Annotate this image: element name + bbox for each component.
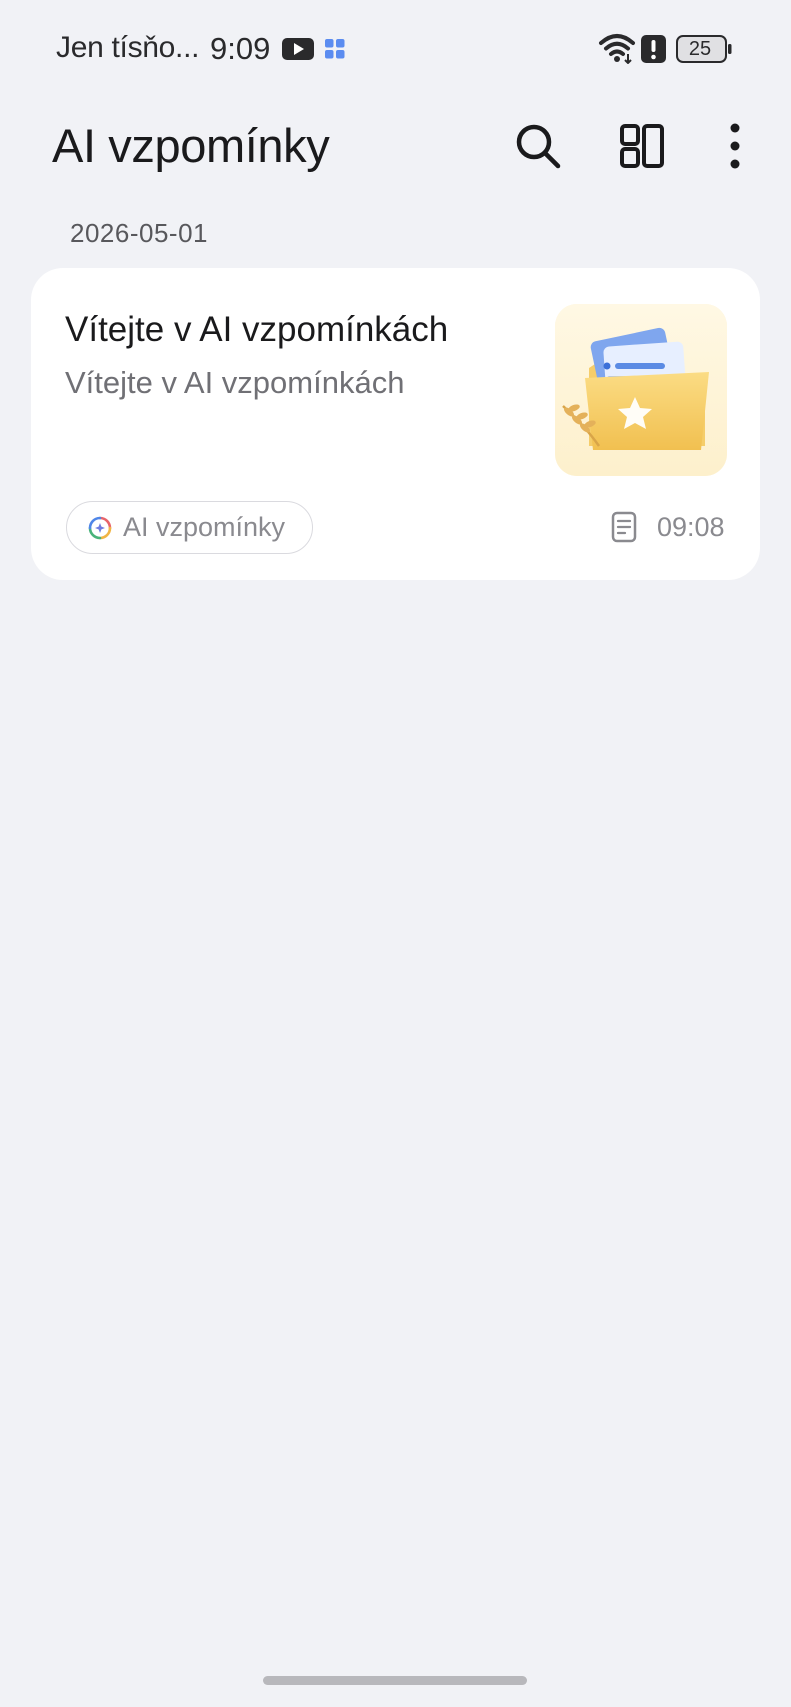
carrier-text: Jen tísňo... [56,31,200,64]
folder-star-illustration [555,304,727,476]
ai-memory-icon [88,516,112,539]
search-icon [516,124,561,169]
youtube-icon [282,38,314,65]
page-title: AI vzpomínky [52,119,330,172]
card-time: 09:08 [657,512,725,542]
note-icon [610,511,638,548]
alert-icon [641,35,666,68]
battery-level: 25 [688,38,712,60]
tag-label: AI vzpomínky [123,512,286,542]
card-subtitle: Vítejte v AI vzpomínkách [65,365,405,400]
wifi-icon [598,32,636,69]
layout-icon [620,124,664,168]
layout-toggle-button[interactable] [614,118,670,174]
card-thumbnail [555,304,727,476]
more-options-button[interactable] [720,118,750,174]
date-group-header: 2026-05-01 [70,218,208,248]
more-vert-icon [730,123,740,169]
status-time: 9:09 [210,31,271,66]
status-bar: Jen tísňo... 9:09 25 [0,0,791,100]
category-tag-chip[interactable]: AI vzpomínky [66,501,313,554]
memory-card[interactable]: Vítejte v AI vzpomínkách Vítejte v AI vz… [31,268,760,580]
card-title: Vítejte v AI vzpomínkách [65,310,449,349]
home-indicator[interactable] [263,1676,527,1685]
search-button[interactable] [510,118,566,174]
app-grid-icon [325,39,345,64]
